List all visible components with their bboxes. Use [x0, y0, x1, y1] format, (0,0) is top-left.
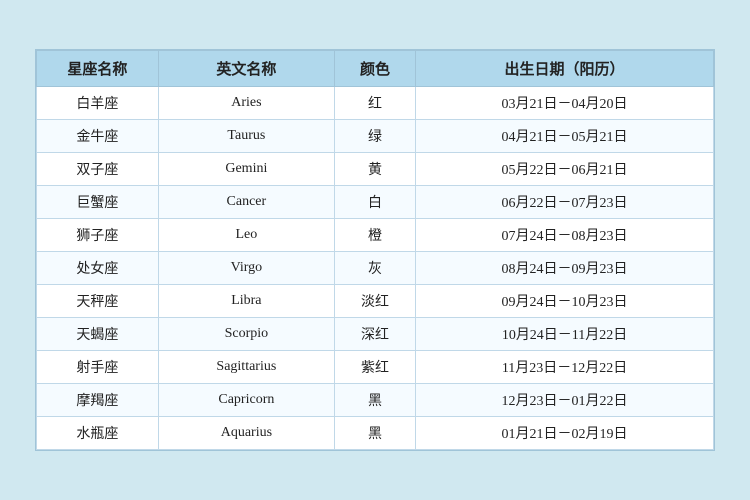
- table-row: 处女座Virgo灰08月24日－09月23日: [37, 252, 714, 285]
- table-header-row: 星座名称 英文名称 颜色 出生日期（阳历）: [37, 51, 714, 87]
- cell-english: Aquarius: [158, 417, 334, 450]
- header-color: 颜色: [334, 51, 415, 87]
- cell-chinese: 双子座: [37, 153, 159, 186]
- cell-chinese: 巨蟹座: [37, 186, 159, 219]
- cell-date: 06月22日－07月23日: [416, 186, 714, 219]
- cell-date: 10月24日－11月22日: [416, 318, 714, 351]
- zodiac-table: 星座名称 英文名称 颜色 出生日期（阳历） 白羊座Aries红03月21日－04…: [36, 50, 714, 450]
- cell-english: Sagittarius: [158, 351, 334, 384]
- table-row: 射手座Sagittarius紫红11月23日－12月22日: [37, 351, 714, 384]
- cell-chinese: 射手座: [37, 351, 159, 384]
- cell-english: Aries: [158, 87, 334, 120]
- table-row: 双子座Gemini黄05月22日－06月21日: [37, 153, 714, 186]
- header-chinese: 星座名称: [37, 51, 159, 87]
- cell-date: 01月21日－02月19日: [416, 417, 714, 450]
- cell-english: Gemini: [158, 153, 334, 186]
- cell-english: Virgo: [158, 252, 334, 285]
- cell-color: 红: [334, 87, 415, 120]
- cell-date: 08月24日－09月23日: [416, 252, 714, 285]
- cell-color: 橙: [334, 219, 415, 252]
- table-row: 巨蟹座Cancer白06月22日－07月23日: [37, 186, 714, 219]
- cell-chinese: 处女座: [37, 252, 159, 285]
- cell-chinese: 天蝎座: [37, 318, 159, 351]
- cell-color: 深红: [334, 318, 415, 351]
- cell-date: 12月23日－01月22日: [416, 384, 714, 417]
- cell-english: Leo: [158, 219, 334, 252]
- cell-date: 03月21日－04月20日: [416, 87, 714, 120]
- cell-english: Taurus: [158, 120, 334, 153]
- table-row: 摩羯座Capricorn黑12月23日－01月22日: [37, 384, 714, 417]
- cell-color: 黄: [334, 153, 415, 186]
- cell-date: 11月23日－12月22日: [416, 351, 714, 384]
- cell-color: 黑: [334, 417, 415, 450]
- cell-english: Scorpio: [158, 318, 334, 351]
- cell-chinese: 水瓶座: [37, 417, 159, 450]
- cell-color: 紫红: [334, 351, 415, 384]
- table-row: 天蝎座Scorpio深红10月24日－11月22日: [37, 318, 714, 351]
- cell-chinese: 狮子座: [37, 219, 159, 252]
- table-row: 白羊座Aries红03月21日－04月20日: [37, 87, 714, 120]
- cell-date: 05月22日－06月21日: [416, 153, 714, 186]
- cell-chinese: 天秤座: [37, 285, 159, 318]
- table-row: 狮子座Leo橙07月24日－08月23日: [37, 219, 714, 252]
- cell-chinese: 金牛座: [37, 120, 159, 153]
- table-row: 金牛座Taurus绿04月21日－05月21日: [37, 120, 714, 153]
- cell-color: 绿: [334, 120, 415, 153]
- cell-english: Cancer: [158, 186, 334, 219]
- cell-color: 灰: [334, 252, 415, 285]
- zodiac-table-container: 星座名称 英文名称 颜色 出生日期（阳历） 白羊座Aries红03月21日－04…: [35, 49, 715, 451]
- cell-color: 白: [334, 186, 415, 219]
- header-date: 出生日期（阳历）: [416, 51, 714, 87]
- table-row: 天秤座Libra淡红09月24日－10月23日: [37, 285, 714, 318]
- cell-english: Capricorn: [158, 384, 334, 417]
- cell-color: 黑: [334, 384, 415, 417]
- cell-date: 04月21日－05月21日: [416, 120, 714, 153]
- header-english: 英文名称: [158, 51, 334, 87]
- cell-chinese: 白羊座: [37, 87, 159, 120]
- table-row: 水瓶座Aquarius黑01月21日－02月19日: [37, 417, 714, 450]
- cell-date: 07月24日－08月23日: [416, 219, 714, 252]
- cell-color: 淡红: [334, 285, 415, 318]
- cell-english: Libra: [158, 285, 334, 318]
- cell-date: 09月24日－10月23日: [416, 285, 714, 318]
- cell-chinese: 摩羯座: [37, 384, 159, 417]
